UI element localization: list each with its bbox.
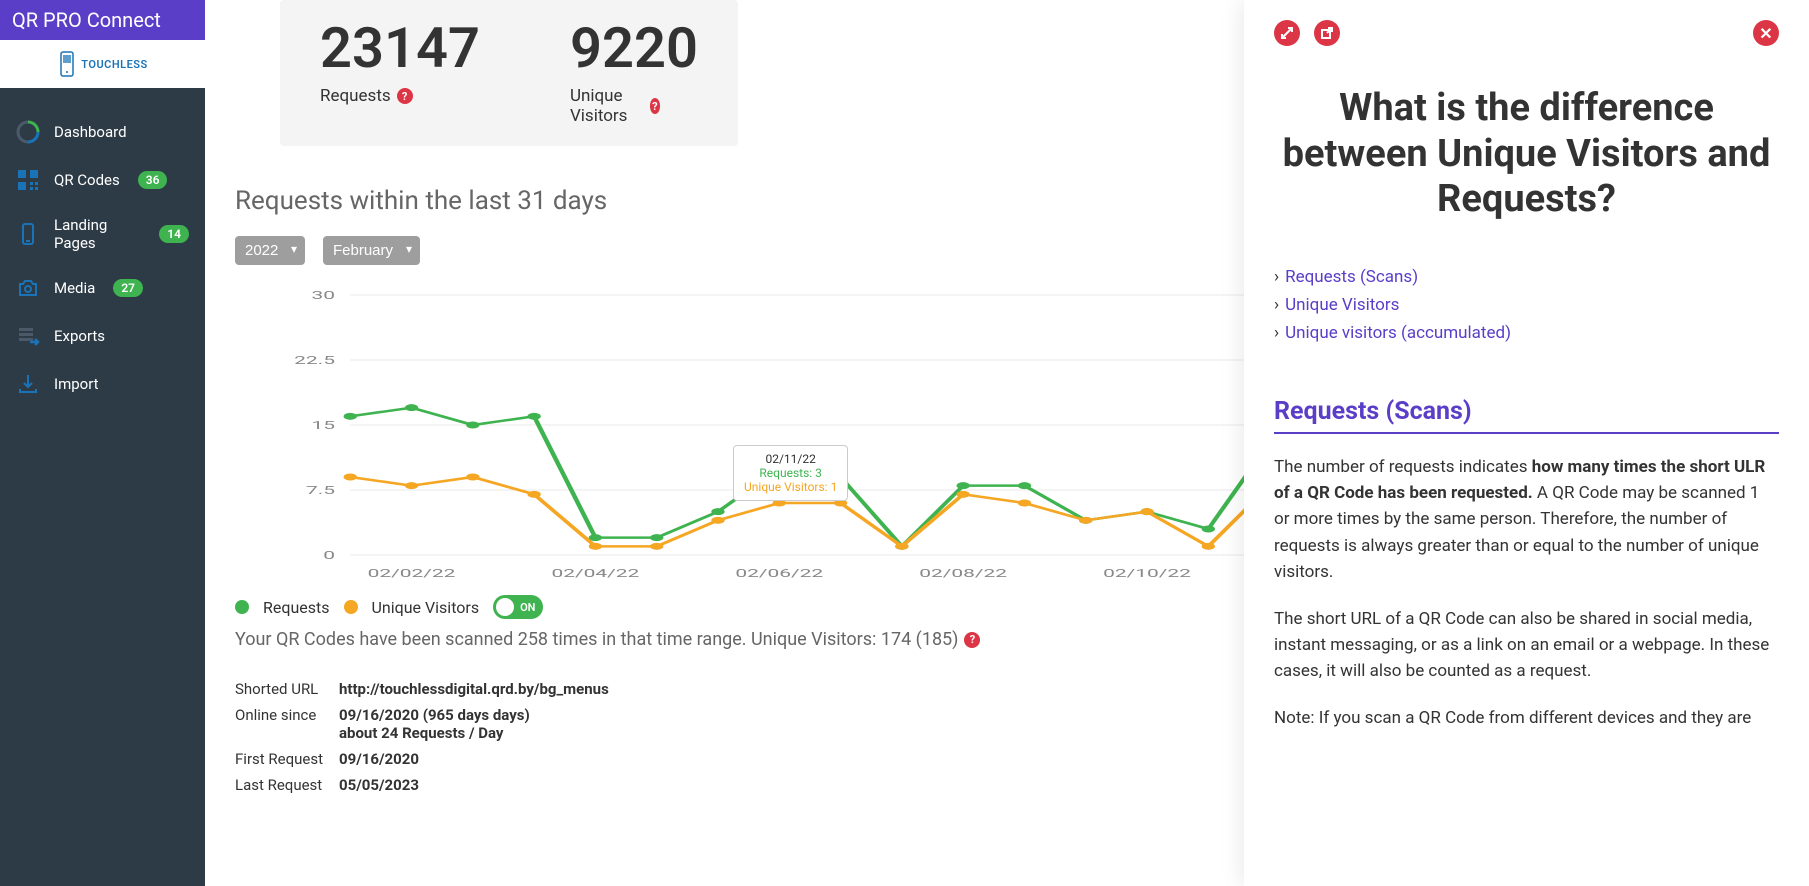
close-icon[interactable]: ✕ <box>1753 20 1779 46</box>
sidebar-item-label: Exports <box>54 327 105 345</box>
sidebar-badge: 36 <box>138 171 168 189</box>
legend-unique: Unique Visitors <box>372 598 480 617</box>
stat-requests: 23147 Requests ? <box>320 20 480 126</box>
help-paragraph: The short URL of a QR Code can also be s… <box>1274 606 1779 685</box>
svg-text:02/06/22: 02/06/22 <box>735 567 823 580</box>
help-section-title: Requests (Scans) <box>1274 397 1779 434</box>
unique-toggle[interactable]: ON <box>493 595 543 619</box>
details-value: 09/16/2020 <box>339 750 419 768</box>
logo[interactable]: TOUCHLESS <box>0 40 205 88</box>
year-select[interactable]: 2022 <box>235 236 305 265</box>
svg-text:30: 30 <box>311 289 335 302</box>
svg-text:22.5: 22.5 <box>294 354 335 367</box>
tooltip-requests: Requests: 3 <box>744 466 837 480</box>
svg-text:02/02/22: 02/02/22 <box>368 567 456 580</box>
app-title: QR PRO Connect <box>0 0 205 40</box>
sidebar-badge: 14 <box>159 225 189 243</box>
details-value: 05/05/2023 <box>339 776 419 794</box>
toggle-knob <box>496 598 514 616</box>
sidebar-item-media[interactable]: Media 27 <box>0 264 205 312</box>
dashboard-icon <box>16 120 40 144</box>
stat-unique-label: Unique Visitors <box>570 86 644 126</box>
tooltip-date: 02/11/22 <box>744 452 837 466</box>
sidebar: QR PRO Connect TOUCHLESS Dashboard QR Co… <box>0 0 205 886</box>
help-title: What is the difference between Unique Vi… <box>1274 86 1779 223</box>
sidebar-badge: 27 <box>113 279 143 297</box>
help-link[interactable]: Unique visitors (accumulated) <box>1285 323 1511 343</box>
chevron-right-icon: › <box>1274 295 1279 315</box>
sidebar-item-label: Media <box>54 279 95 297</box>
svg-text:7.5: 7.5 <box>306 484 335 497</box>
chart-tooltip: 02/11/22 Requests: 3 Unique Visitors: 1 <box>733 445 848 501</box>
summary-text: Your QR Codes have been scanned 258 time… <box>235 629 958 650</box>
svg-text:15: 15 <box>311 419 335 432</box>
tooltip-unique: Unique Visitors: 1 <box>744 480 837 494</box>
sidebar-item-label: Dashboard <box>54 123 127 141</box>
stat-requests-value: 23147 <box>320 20 480 76</box>
help-icon[interactable]: ? <box>397 88 413 104</box>
toggle-label: ON <box>520 601 535 614</box>
qr-icon <box>16 168 40 192</box>
help-icon[interactable]: ? <box>964 632 980 648</box>
stat-unique-value: 9220 <box>570 20 698 76</box>
external-link-icon[interactable] <box>1314 20 1340 46</box>
sidebar-item-qr-codes[interactable]: QR Codes 36 <box>0 156 205 204</box>
svg-text:02/04/22: 02/04/22 <box>551 567 639 580</box>
help-paragraph: The number of requests indicates how man… <box>1274 454 1779 586</box>
details-value: 09/16/2020 (965 days days) about 24 Requ… <box>339 706 530 742</box>
sidebar-item-dashboard[interactable]: Dashboard <box>0 108 205 156</box>
legend-requests: Requests <box>263 598 330 617</box>
help-links: › Requests (Scans) › Unique Visitors › Uniq… <box>1274 263 1779 347</box>
help-link[interactable]: Requests (Scans) <box>1285 267 1418 287</box>
stat-requests-label: Requests <box>320 86 391 106</box>
expand-icon[interactable] <box>1274 20 1300 46</box>
svg-text:02/08/22: 02/08/22 <box>919 567 1007 580</box>
sidebar-item-label: Landing Pages <box>54 216 141 252</box>
svg-text:0: 0 <box>323 549 335 562</box>
sidebar-nav: Dashboard QR Codes 36 Landing Pages 14 M… <box>0 88 205 408</box>
logo-icon <box>57 50 77 78</box>
details-label: Online since <box>235 706 339 742</box>
sidebar-item-exports[interactable]: Exports <box>0 312 205 360</box>
help-body: The number of requests indicates how man… <box>1274 454 1779 731</box>
chevron-right-icon: › <box>1274 323 1279 343</box>
details-label: Shorted URL <box>235 680 339 698</box>
sidebar-item-label: Import <box>54 375 99 393</box>
legend-dot-unique <box>344 600 358 614</box>
legend-dot-requests <box>235 600 249 614</box>
help-link[interactable]: Unique Visitors <box>1285 295 1399 315</box>
camera-icon <box>16 276 40 300</box>
month-select[interactable]: February <box>323 236 420 265</box>
details-label: First Request <box>235 750 339 768</box>
sidebar-item-label: QR Codes <box>54 171 120 189</box>
exports-icon <box>16 324 40 348</box>
sidebar-item-import[interactable]: Import <box>0 360 205 408</box>
svg-text:02/10/22: 02/10/22 <box>1103 567 1191 580</box>
stats-card: 23147 Requests ? 9220 Unique Visitors ? <box>280 0 738 146</box>
stat-unique: 9220 Unique Visitors ? <box>570 20 698 126</box>
details-label: Last Request <box>235 776 339 794</box>
logo-text: TOUCHLESS <box>81 58 147 71</box>
details-value: http://touchlessdigital.qrd.by/bg_menus <box>339 680 609 698</box>
device-icon <box>16 222 40 246</box>
help-icon[interactable]: ? <box>650 98 660 114</box>
chevron-right-icon: › <box>1274 267 1279 287</box>
import-icon <box>16 372 40 396</box>
help-paragraph: Note: If you scan a QR Code from differe… <box>1274 705 1779 731</box>
help-toolbar: ✕ <box>1274 20 1779 46</box>
help-panel: ✕ What is the difference between Unique … <box>1244 0 1809 886</box>
sidebar-item-landing-pages[interactable]: Landing Pages 14 <box>0 204 205 264</box>
